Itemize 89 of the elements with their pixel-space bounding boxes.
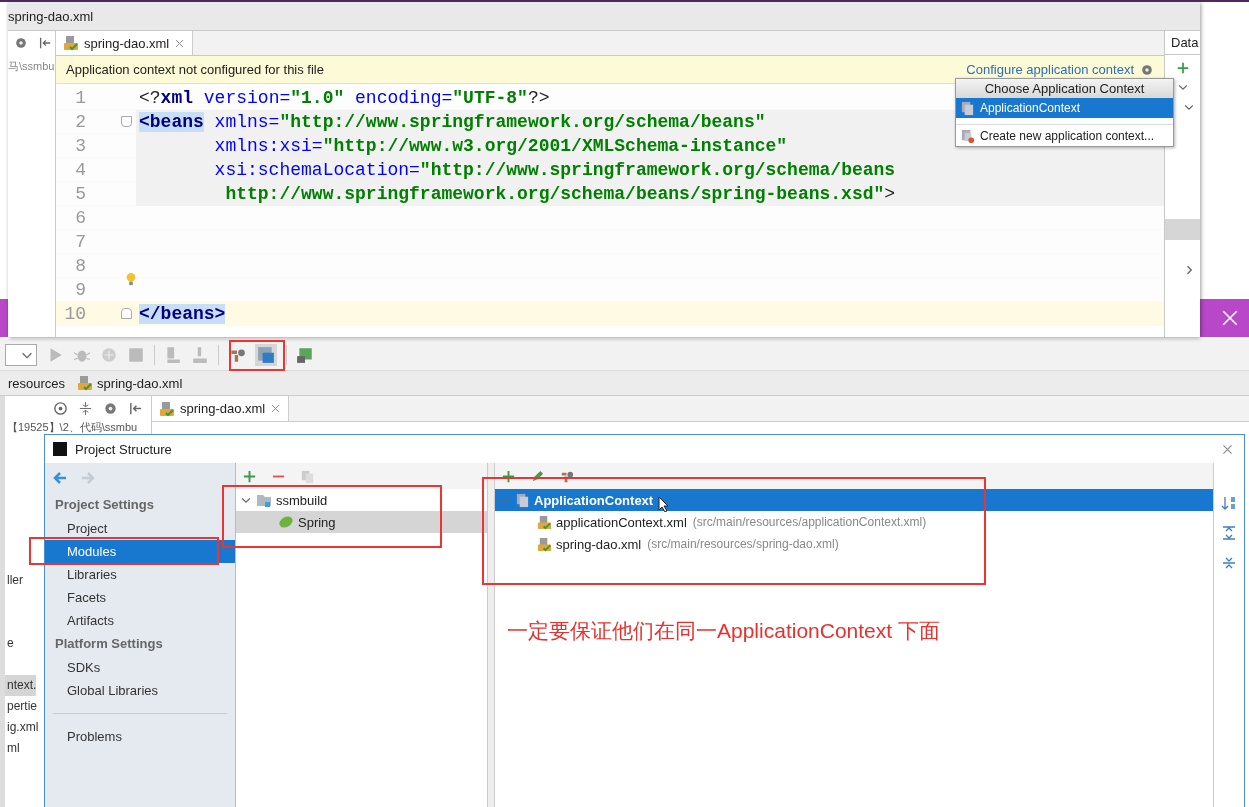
line-number: 1 [74,87,87,108]
breadcrumb-item[interactable]: spring-dao.xml [77,375,183,391]
breadcrumb-item[interactable]: resources [8,375,66,391]
banner-message: Application context not configured for this file [66,62,324,77]
settings-icon[interactable] [103,401,118,416]
sidebar-item[interactable]: Global Libraries [45,679,235,702]
tree-item[interactable]: ntext. [5,675,37,696]
code-line: xmlns:xsi="http://www.w3.org/2001/XMLSchema-instance" [213,135,788,156]
xml-file-icon [159,400,175,417]
close-icon[interactable] [1221,442,1234,456]
collapse-all-icon[interactable] [1221,555,1237,571]
line-number: 6 [74,207,87,228]
line-number: 3 [74,135,87,156]
sidebar-item[interactable]: SDKs [45,656,235,679]
tree-item[interactable]: ssmbuild [236,489,334,511]
menu-title: Choose Application Context [956,79,1173,98]
tree-item[interactable]: 马\ssmbu [8,55,55,74]
section-heading: Project Settings [54,496,155,514]
menu-item[interactable]: Create new application context... [956,126,1173,146]
fold-marker[interactable] [120,308,132,319]
breadcrumb-item[interactable]: spring-dao.xml [8,8,94,24]
hide-icon[interactable] [38,36,52,50]
tree-item[interactable]: ml [5,738,20,759]
line-number: 2 [74,111,87,132]
line-number: 4 [74,159,87,180]
tree-item[interactable]: e [5,633,14,654]
tree-item[interactable]: ig.xml [5,717,39,738]
settings-icon[interactable] [1140,62,1154,77]
new-context-icon [960,128,975,144]
tree-item[interactable]: ller [5,570,23,591]
fold-marker[interactable] [120,116,132,127]
annotation-text: 一定要保证他们在同一ApplicationContext 下面 [506,618,941,644]
tree-item[interactable]: pertie [5,696,38,717]
highlight-box [229,340,285,371]
line-number: 5 [74,183,87,204]
target-icon[interactable] [53,401,68,416]
project-structure-icon[interactable] [255,343,277,366]
editor-tab[interactable]: spring-dao.xml [56,31,194,55]
app-logo-icon [53,442,67,456]
line-number: 7 [74,231,87,252]
sort-icon[interactable] [1221,495,1237,511]
context-icon [515,492,530,508]
settings-icon[interactable] [14,36,28,50]
add-icon[interactable] [242,468,257,484]
chip-icon[interactable] [296,345,314,364]
scrollbar-thumb[interactable] [1165,219,1200,240]
xml-file-icon [537,536,552,552]
xml-file-icon [63,35,79,51]
expand-all-icon[interactable] [1221,525,1237,541]
tree-item[interactable]: spring-dao.xml (src/main/resources/spring-dao.xml) [495,533,1213,555]
tree-item[interactable]: Spring [236,511,487,533]
code-line: <?xml version="1.0" encoding="UTF-8"?> [139,87,550,108]
close-icon[interactable] [174,37,186,49]
tree-item[interactable]: ApplicationContext [495,489,1213,511]
line-number: 10 [63,303,87,324]
code-line: xsi:schemaLocation="http://www.springframework.org/schema/beans [213,159,896,180]
tree-item[interactable]: 【19525】\2、代码\ssmbu [5,421,138,434]
panel-title[interactable]: Data [1165,31,1200,55]
tree-item[interactable]: applicationContext.xml (src/main/resources/applicationContext.xml) [495,511,1213,533]
lightbulb-icon[interactable] [124,271,138,286]
line-number: 9 [74,279,87,300]
sidebar-item[interactable]: Project [45,517,235,540]
hide-icon[interactable] [128,401,143,416]
xml-file-icon [77,375,94,391]
code-line: http://www.springframework.org/schema/beans/spring-beans.xsd"> [224,183,896,204]
run-config-dropdown[interactable] [5,343,37,366]
folder-icon [256,492,272,508]
add-icon[interactable] [1175,61,1190,75]
sidebar-item[interactable]: Problems [45,725,235,748]
code-line: <beans xmlns="http://www.springframework.org/schema/beans" [139,111,766,132]
sidebar-item[interactable]: Modules [45,540,235,563]
close-icon[interactable] [1221,309,1239,327]
configure-link[interactable]: Configure application context [966,62,1134,77]
editor-tab[interactable]: spring-dao.xml [152,396,290,421]
sidebar-item[interactable]: Facets [45,586,235,609]
edit-icon[interactable] [530,468,545,484]
context-icon [960,100,975,116]
close-icon[interactable] [270,403,282,414]
leaf-icon [278,514,294,530]
back-arrow-icon[interactable] [52,470,68,486]
menu-item[interactable]: ApplicationContext [956,98,1173,118]
window-title: Project Structure [75,441,172,457]
sidebar-item[interactable]: Artifacts [45,609,235,632]
sidebar-item[interactable]: Libraries [45,563,235,586]
collapse-icon[interactable] [78,401,93,416]
line-number: 8 [74,255,87,276]
section-heading: Platform Settings [54,635,164,653]
xml-file-icon [537,514,552,530]
add-icon[interactable] [501,468,516,484]
